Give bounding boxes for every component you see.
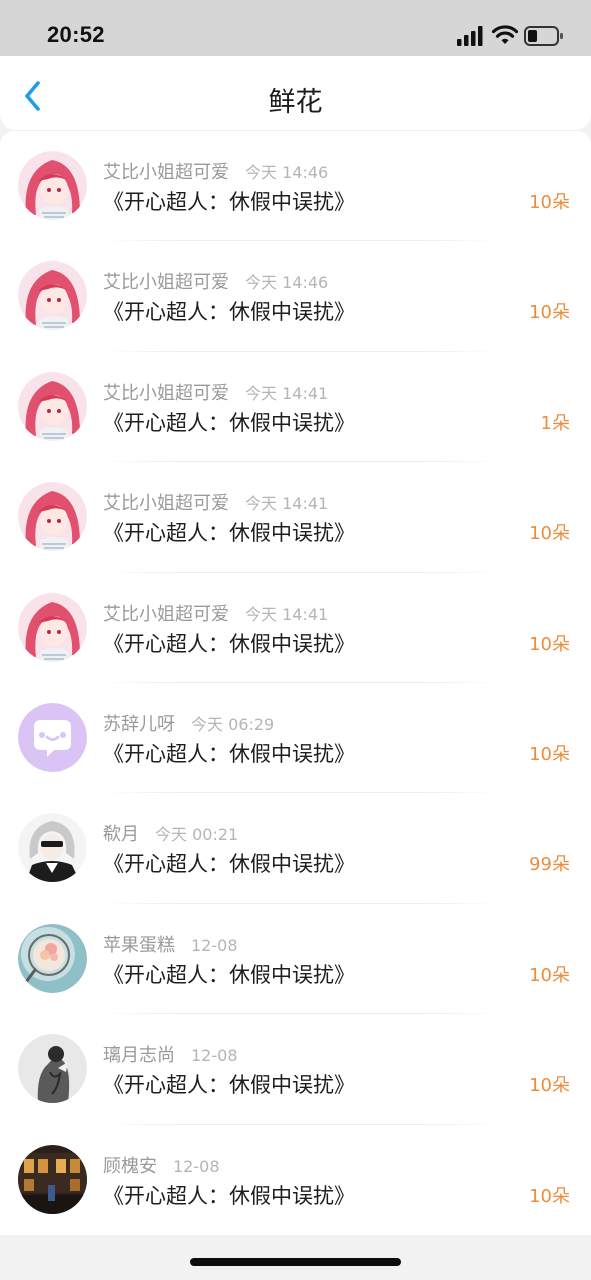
avatar[interactable] — [18, 482, 87, 552]
work-title[interactable]: 《开心超人：休假中误扰》 — [103, 1180, 355, 1210]
item-meta: 苹果蛋糕 12-08 — [103, 931, 238, 957]
flower-count: 10朵 — [529, 192, 570, 213]
list-item[interactable]: 艾比小姐超可爱 今天 14:41 《开心超人：休假中误扰》 1朵 — [0, 352, 591, 463]
list-item[interactable]: 苏辞儿呀 今天 06:29 《开心超人：休假中误扰》 10朵 — [0, 683, 591, 794]
item-meta: 艾比小姐超可爱 今天 14:41 — [103, 379, 328, 405]
avatar[interactable] — [18, 1144, 87, 1214]
wifi-icon — [491, 25, 519, 44]
status-bar: 20:52 — [0, 0, 591, 56]
user-name[interactable]: 艾比小姐超可爱 — [103, 383, 229, 404]
list-item[interactable]: 顾槐安 12-08 《开心超人：休假中误扰》 10朵 — [0, 1125, 591, 1235]
flower-count: 10朵 — [529, 302, 570, 324]
avatar[interactable] — [18, 371, 87, 441]
user-name[interactable]: 苹果蛋糕 — [103, 935, 175, 956]
user-name[interactable]: 艾比小姐超可爱 — [103, 604, 229, 625]
timestamp: 12-08 — [173, 1156, 220, 1176]
user-name[interactable]: 顾槐安 — [103, 1156, 157, 1177]
timestamp: 今天 06:29 — [191, 714, 275, 734]
work-title[interactable]: 《开心超人：休假中误扰》 — [103, 848, 355, 878]
flower-count: 10朵 — [529, 523, 570, 545]
work-title[interactable]: 《开心超人：休假中误扰》 — [103, 296, 355, 326]
timestamp: 今天 14:41 — [245, 604, 329, 624]
list-item[interactable]: 艾比小姐超可爱 今天 14:46 《开心超人：休假中误扰》 10朵 — [0, 131, 591, 242]
item-meta: 艾比小姐超可爱 今天 14:41 — [103, 600, 328, 626]
nav-bar: 鲜花 — [0, 56, 591, 130]
list-item[interactable]: 艾比小姐超可爱 今天 14:41 《开心超人：休假中误扰》 10朵 — [0, 462, 591, 573]
work-title[interactable]: 《开心超人：休假中误扰》 — [103, 628, 355, 658]
avatar[interactable] — [18, 923, 87, 993]
page-title: 鲜花 — [268, 87, 323, 118]
user-name[interactable]: 艾比小姐超可爱 — [103, 162, 229, 183]
timestamp: 12-08 — [191, 935, 238, 955]
item-meta: 艾比小姐超可爱 今天 14:41 — [103, 489, 328, 515]
timestamp: 今天 00:21 — [155, 825, 239, 845]
work-title[interactable]: 《开心超人：休假中误扰》 — [103, 517, 355, 547]
timestamp: 今天 14:46 — [245, 163, 329, 182]
flower-count: 99朵 — [529, 854, 570, 876]
user-name[interactable]: 欷月 — [103, 824, 139, 845]
user-name[interactable]: 艾比小姐超可爱 — [103, 493, 229, 514]
list-item[interactable]: 欷月 今天 00:21 《开心超人：休假中误扰》 99朵 — [0, 793, 591, 905]
item-meta: 璃月志尚 12-08 — [103, 1041, 238, 1067]
timestamp: 今天 14:41 — [245, 494, 329, 514]
work-title[interactable]: 《开心超人：休假中误扰》 — [103, 959, 355, 989]
battery-icon — [524, 26, 563, 46]
list-item[interactable]: 苹果蛋糕 12-08 《开心超人：休假中误扰》 10朵 — [0, 904, 591, 1015]
avatar[interactable] — [18, 702, 87, 772]
item-meta: 艾比小姐超可爱 今天 14:46 — [103, 158, 328, 184]
flower-count: 1朵 — [540, 412, 570, 434]
avatar[interactable] — [18, 592, 87, 662]
timestamp: 今天 14:46 — [245, 273, 329, 293]
item-meta: 苏辞儿呀 今天 06:29 — [103, 710, 274, 736]
flower-count: 10朵 — [529, 633, 570, 655]
avatar[interactable] — [18, 813, 87, 883]
cellular-signal-icon — [457, 26, 483, 46]
user-name[interactable]: 艾比小姐超可爱 — [103, 272, 229, 293]
timestamp: 今天 14:41 — [245, 383, 329, 403]
timestamp: 12-08 — [191, 1046, 238, 1066]
flower-list: 艾比小姐超可爱 今天 14:46 《开心超人：休假中误扰》 10朵 艾比小姐超可爱… — [0, 131, 591, 1235]
work-title[interactable]: 《开心超人：休假中误扰》 — [103, 407, 355, 437]
item-meta: 欷月 今天 00:21 — [103, 820, 238, 846]
work-title[interactable]: 《开心超人：休假中误扰》 — [103, 738, 355, 768]
flower-count: 10朵 — [529, 743, 570, 765]
home-indicator[interactable] — [190, 1258, 401, 1266]
avatar[interactable] — [18, 1034, 87, 1104]
flower-count: 10朵 — [529, 1075, 570, 1097]
work-title[interactable]: 《开心超人：休假中误扰》 — [103, 186, 355, 216]
item-meta: 顾槐安 12-08 — [103, 1152, 220, 1178]
user-name[interactable]: 璃月志尚 — [103, 1045, 175, 1066]
avatar[interactable] — [18, 261, 87, 331]
user-name[interactable]: 苏辞儿呀 — [103, 714, 175, 735]
avatar[interactable] — [18, 151, 87, 220]
list-item[interactable]: 艾比小姐超可爱 今天 14:41 《开心超人：休假中误扰》 10朵 — [0, 573, 591, 684]
work-title[interactable]: 《开心超人：休假中误扰》 — [103, 1069, 355, 1099]
status-time: 20:52 — [47, 22, 105, 47]
flower-count: 10朵 — [529, 1185, 570, 1207]
list-item[interactable]: 璃月志尚 12-08 《开心超人：休假中误扰》 10朵 — [0, 1014, 591, 1125]
flower-count: 10朵 — [529, 964, 570, 986]
item-meta: 艾比小姐超可爱 今天 14:46 — [103, 268, 328, 294]
list-item[interactable]: 艾比小姐超可爱 今天 14:46 《开心超人：休假中误扰》 10朵 — [0, 241, 591, 353]
